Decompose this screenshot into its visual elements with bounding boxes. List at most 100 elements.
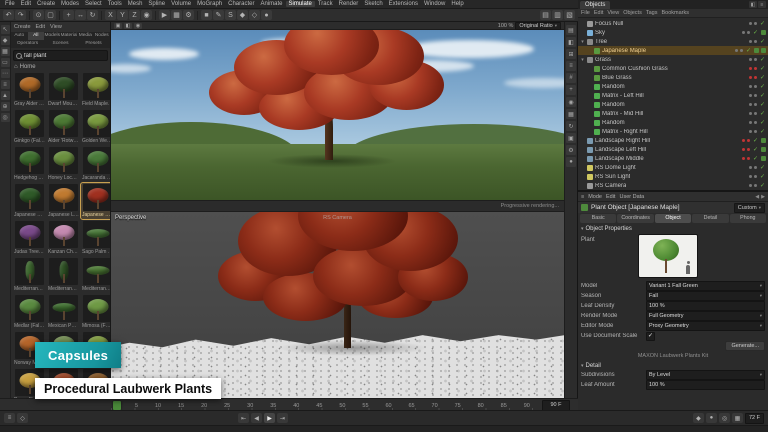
asset-item[interactable]: Japanese Camellia (Fall… bbox=[13, 183, 46, 219]
enabled-check-icon[interactable]: ✓ bbox=[752, 155, 759, 162]
enabled-check-icon[interactable]: ✓ bbox=[759, 83, 766, 90]
asset-item[interactable]: Sago Palm (Fall Plant) bbox=[81, 220, 110, 256]
layout-standard-icon[interactable]: ▤ bbox=[540, 10, 551, 20]
tag-icon[interactable] bbox=[761, 48, 766, 53]
ab-tab-operators[interactable]: Operators bbox=[11, 40, 44, 48]
target-icon[interactable]: ◉ bbox=[566, 97, 576, 107]
visibility-render-dot[interactable] bbox=[754, 175, 757, 178]
pen-icon[interactable]: ✎ bbox=[213, 10, 224, 20]
tag-icon[interactable] bbox=[761, 30, 766, 35]
extrude-icon[interactable]: ◆ bbox=[237, 10, 248, 20]
om-menu-objects[interactable]: Objects bbox=[623, 10, 642, 16]
menu-mograph[interactable]: MoGraph bbox=[194, 1, 225, 7]
object-properties-section[interactable]: ▾ Object Properties bbox=[578, 224, 768, 233]
lock-z-icon[interactable]: Z bbox=[129, 10, 140, 20]
menu-help[interactable]: Help bbox=[448, 1, 466, 7]
points-mode-icon[interactable]: ⋯ bbox=[1, 69, 10, 78]
render-picture-viewer-icon[interactable]: ▦ bbox=[171, 10, 182, 20]
asset-search[interactable] bbox=[13, 50, 108, 61]
mograph-icon[interactable]: ● bbox=[261, 10, 272, 20]
attribute-tab-basic[interactable]: Basic bbox=[580, 214, 616, 223]
asset-item[interactable]: Gray Alder (Fall Plant) bbox=[13, 72, 46, 108]
am-menu-user-data[interactable]: User Data bbox=[619, 194, 644, 200]
menu-simulate[interactable]: Simulate bbox=[286, 1, 315, 7]
render-settings-icon[interactable]: ⚙ bbox=[183, 10, 194, 20]
am-menu-mode[interactable]: Mode bbox=[588, 194, 602, 200]
menu-extensions[interactable]: Extensions bbox=[386, 1, 421, 7]
attribute-tab-object[interactable]: Object bbox=[655, 214, 691, 223]
menu-render[interactable]: Render bbox=[336, 1, 362, 7]
layout-panel-icon[interactable]: ▤ bbox=[566, 25, 576, 35]
asset-item[interactable]: Hedgehog Agave (Fall P… bbox=[13, 146, 46, 182]
visibility-editor-dot[interactable] bbox=[742, 139, 745, 142]
visibility-render-dot[interactable] bbox=[747, 31, 750, 34]
move-icon[interactable]: + bbox=[63, 10, 74, 20]
undo-icon[interactable]: ↶ bbox=[3, 10, 14, 20]
visibility-render-dot[interactable] bbox=[754, 166, 757, 169]
om-menu-bookmarks[interactable]: Bookmarks bbox=[661, 10, 689, 16]
visibility-editor-dot[interactable] bbox=[749, 121, 752, 124]
menu-sketch[interactable]: Sketch bbox=[361, 1, 385, 7]
visibility-render-dot[interactable] bbox=[747, 139, 750, 142]
object-row[interactable]: Random✓ bbox=[578, 82, 768, 91]
visibility-editor-dot[interactable] bbox=[749, 112, 752, 115]
texture-mode-icon[interactable]: ▦ bbox=[1, 47, 10, 56]
preset-dropdown[interactable]: Custom ▾ bbox=[734, 203, 765, 213]
object-row[interactable]: Sky✓ bbox=[578, 28, 768, 37]
object-row[interactable]: ▾Grass✓ bbox=[578, 55, 768, 64]
panel-icon[interactable]: ▣ bbox=[566, 133, 576, 143]
leaf-density-field[interactable]: 100 % bbox=[646, 301, 765, 311]
object-row[interactable]: RS Camera✓ bbox=[578, 181, 768, 190]
menu-edit[interactable]: Edit bbox=[18, 1, 34, 7]
asset-item[interactable]: Mediterranean Poplar (F… bbox=[13, 257, 46, 293]
asset-item[interactable]: Alder 'Rotwelp' (Fall P… bbox=[47, 109, 80, 145]
visibility-render-dot[interactable] bbox=[754, 85, 757, 88]
ab-tab-models[interactable]: Models bbox=[44, 32, 61, 40]
visibility-editor-dot[interactable] bbox=[735, 49, 738, 52]
asset-item[interactable]: Mexican Palmetto (Fall… bbox=[47, 294, 80, 330]
om-menu-file[interactable]: File bbox=[581, 10, 590, 16]
visibility-editor-dot[interactable] bbox=[749, 103, 752, 106]
breadcrumb[interactable]: ⌂ Home bbox=[11, 63, 110, 71]
subdivisions-dropdown[interactable]: By Level▾ bbox=[646, 370, 765, 380]
tag-icon[interactable] bbox=[761, 147, 766, 152]
ab-tab-nodes[interactable]: Nodes bbox=[94, 32, 111, 40]
tab-objects[interactable]: Objects bbox=[580, 1, 610, 9]
object-row[interactable]: Landscape Middle✓ bbox=[578, 154, 768, 163]
history-back-icon[interactable]: ◀ bbox=[755, 194, 759, 200]
coordinate-system-icon[interactable]: ◉ bbox=[141, 10, 152, 20]
tag-icon[interactable] bbox=[761, 156, 766, 161]
render-view-canvas[interactable] bbox=[111, 30, 564, 200]
asset-item[interactable]: Mediterranean Fan Palm… bbox=[81, 257, 110, 293]
attribute-section-detail[interactable]: ▾Detail bbox=[578, 361, 768, 370]
visibility-render-dot[interactable] bbox=[740, 49, 743, 52]
menu-tools[interactable]: Tools bbox=[105, 1, 125, 7]
render-view-icon[interactable]: ▶ bbox=[159, 10, 170, 20]
primitive-cube-icon[interactable]: ■ bbox=[201, 10, 212, 20]
marker-icon[interactable]: ◇ bbox=[17, 413, 28, 423]
visibility-render-dot[interactable] bbox=[747, 148, 750, 151]
object-row[interactable]: Random✓ bbox=[578, 118, 768, 127]
menu-window[interactable]: Window bbox=[421, 1, 448, 7]
visibility-editor-dot[interactable] bbox=[749, 175, 752, 178]
plant-preview-thumbnail[interactable] bbox=[639, 235, 697, 277]
asset-item[interactable]: Honey Locust 'Sunburst… bbox=[47, 146, 80, 182]
fit-mode-dropdown[interactable]: Original Ratio ▾ bbox=[515, 22, 561, 30]
generate-button[interactable]: Generate... bbox=[725, 341, 765, 351]
visibility-editor-dot[interactable] bbox=[749, 58, 752, 61]
enabled-check-icon[interactable]: ✓ bbox=[759, 92, 766, 99]
enabled-check-icon[interactable]: ✓ bbox=[759, 110, 766, 117]
object-row[interactable]: Matrix - Left Hill✓ bbox=[578, 91, 768, 100]
ab-tab-media[interactable]: Media bbox=[77, 32, 94, 40]
viewport-splitter[interactable]: Progressive rendering... bbox=[111, 200, 564, 212]
settings-icon[interactable]: ⚙ bbox=[566, 145, 576, 155]
autokey-button[interactable]: ● bbox=[706, 413, 717, 423]
object-row[interactable]: Landscape Right Hill✓ bbox=[578, 136, 768, 145]
previous-frame-button[interactable]: ◀ bbox=[251, 413, 262, 423]
object-row[interactable]: Common Cushion Grass✓ bbox=[578, 64, 768, 73]
refresh-icon[interactable]: ↻ bbox=[566, 121, 576, 131]
asset-item[interactable]: Kanzan Cherry (Fall Pla… bbox=[47, 220, 80, 256]
visibility-render-dot[interactable] bbox=[754, 40, 757, 43]
layout-custom-icon[interactable]: ▧ bbox=[564, 10, 575, 20]
menu-file[interactable]: File bbox=[2, 1, 18, 7]
